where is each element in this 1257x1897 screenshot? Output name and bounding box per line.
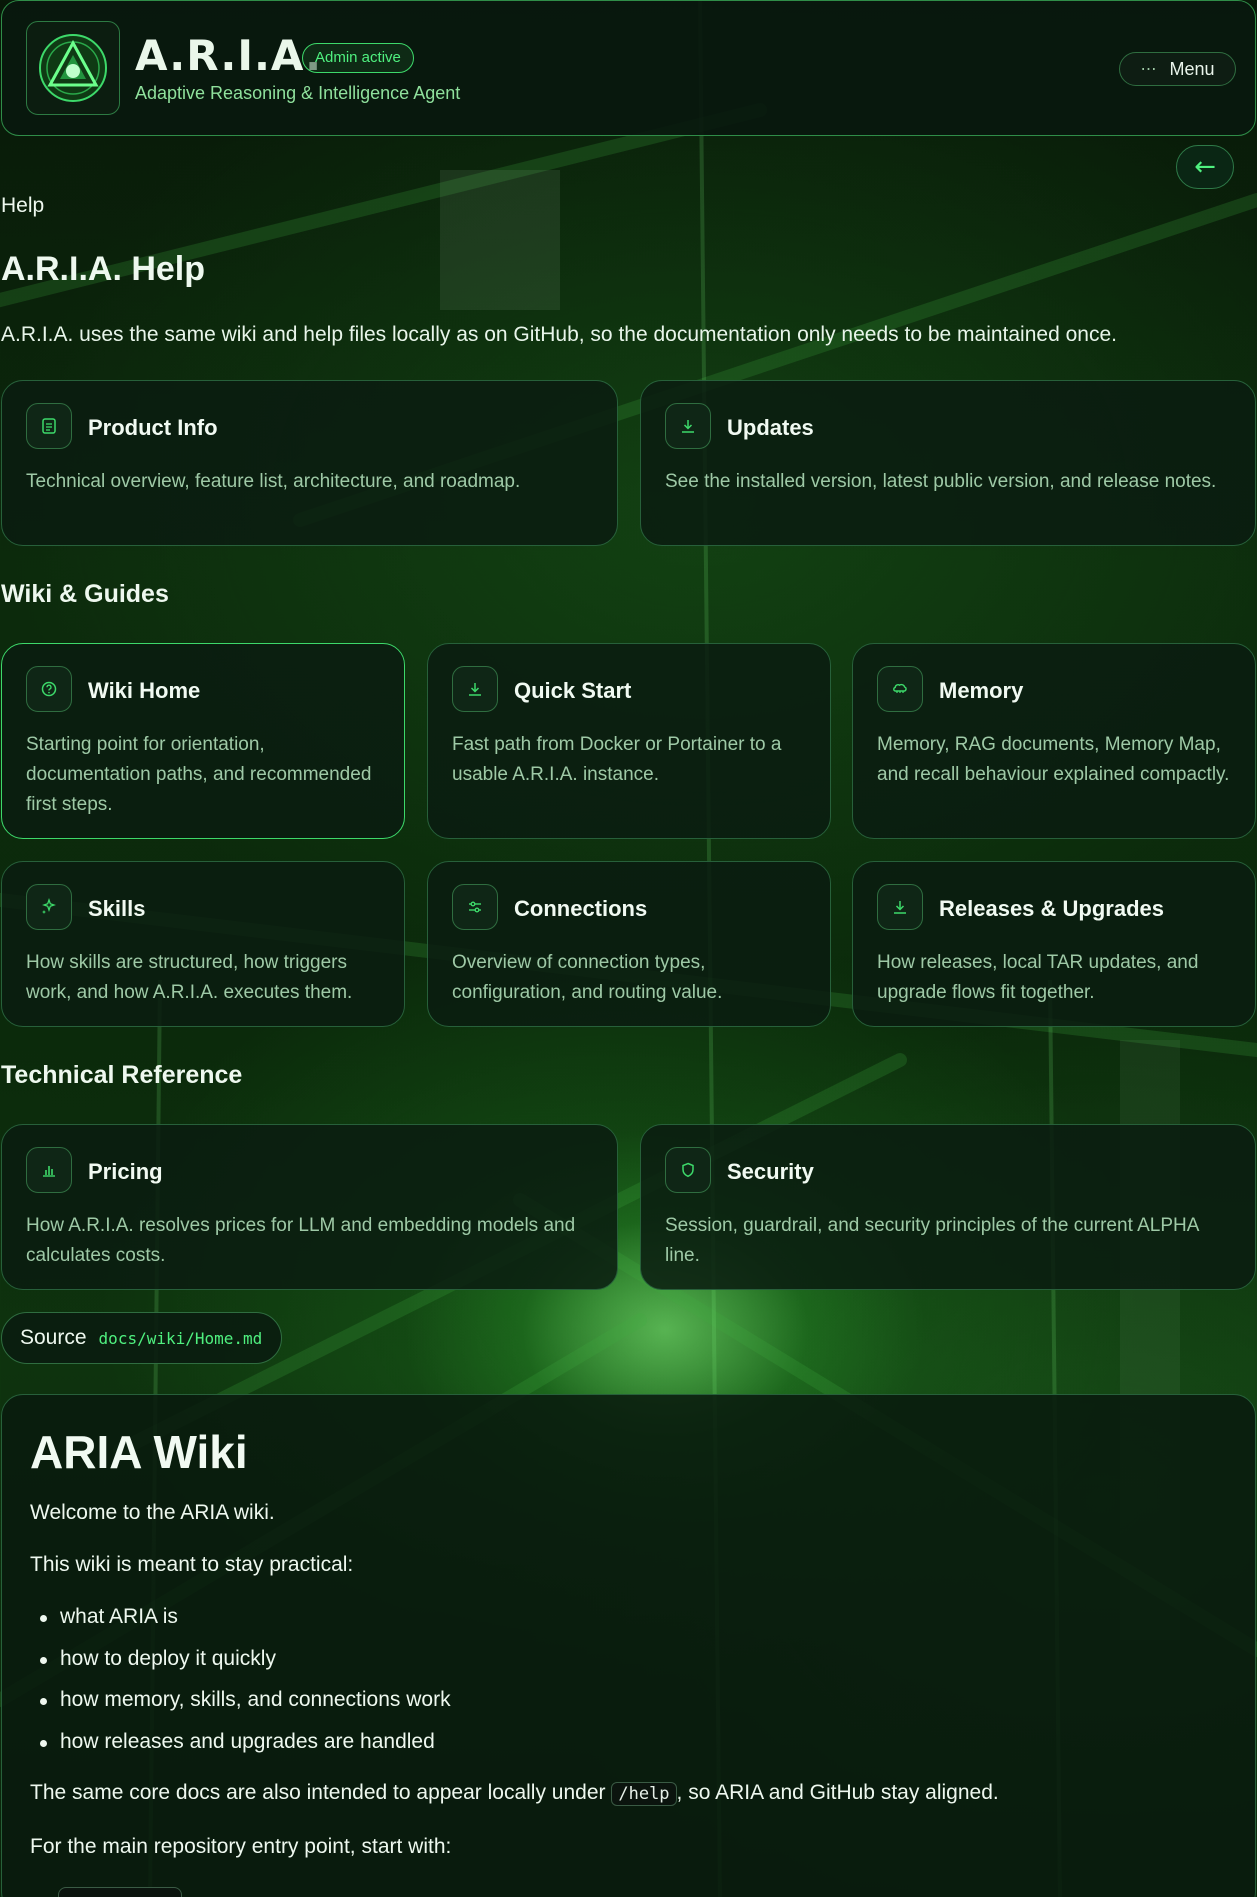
list-item: how memory, skills, and connections work bbox=[40, 1688, 451, 1711]
card-title: Connections bbox=[514, 896, 648, 921]
sliders-icon bbox=[452, 884, 498, 930]
card-description: How A.R.I.A. resolves prices for LLM and… bbox=[26, 1215, 576, 1266]
card-releases-upgrades[interactable]: Releases & Upgrades How releases, local … bbox=[852, 861, 1256, 1027]
card-title: Security bbox=[727, 1159, 814, 1184]
card-description: How skills are structured, how triggers … bbox=[26, 952, 353, 1003]
wiki-welcome-text: Welcome to the ARIA wiki. bbox=[30, 1501, 275, 1524]
app-header: A.R.I.A. Admin active Adaptive Reasoning… bbox=[1, 0, 1256, 136]
brain-icon bbox=[877, 666, 923, 712]
source-path[interactable]: docs/wiki/Home.md bbox=[99, 1329, 263, 1348]
help-page: A.R.I.A. Admin active Adaptive Reasoning… bbox=[0, 0, 1257, 1897]
source-file-indicator: Source docs/wiki/Home.md bbox=[1, 1312, 282, 1364]
app-title: A.R.I.A. bbox=[135, 31, 323, 80]
source-label: Source bbox=[20, 1326, 87, 1349]
download-icon bbox=[452, 666, 498, 712]
wiki-content-panel: ARIA Wiki Welcome to the ARIA wiki. This… bbox=[1, 1394, 1256, 1897]
card-updates[interactable]: Updates See the installed version, lates… bbox=[640, 380, 1256, 546]
card-description: Memory, RAG documents, Memory Map, and r… bbox=[877, 734, 1230, 785]
card-pricing[interactable]: Pricing How A.R.I.A. resolves prices for… bbox=[1, 1124, 618, 1290]
card-description: Starting point for orientation, document… bbox=[26, 734, 372, 815]
wiki-aligned-text-start: The same core docs are also intended to … bbox=[30, 1781, 612, 1804]
list-item: what ARIA is bbox=[40, 1605, 178, 1628]
card-description: Technical overview, feature list, archit… bbox=[26, 471, 521, 492]
wiki-aligned-text: The same core docs are also intended to … bbox=[30, 1781, 999, 1806]
card-title: Updates bbox=[727, 415, 814, 440]
card-title: Quick Start bbox=[514, 678, 632, 703]
card-memory[interactable]: Memory Memory, RAG documents, Memory Map… bbox=[852, 643, 1256, 839]
breadcrumb: Help bbox=[1, 194, 45, 217]
list-item: how to deploy it quickly bbox=[40, 1647, 276, 1670]
menu-button[interactable]: ⋯ Menu bbox=[1119, 52, 1236, 86]
wiki-entry-text: For the main repository entry point, sta… bbox=[30, 1835, 452, 1858]
page-title: A.R.I.A. Help bbox=[1, 250, 206, 288]
wiki-heading: ARIA Wiki bbox=[30, 1426, 248, 1478]
card-quick-start[interactable]: Quick Start Fast path from Docker or Por… bbox=[427, 643, 831, 839]
card-description: Session, guardrail, and security princip… bbox=[665, 1215, 1199, 1266]
back-button[interactable]: ← bbox=[1176, 145, 1234, 189]
download-icon bbox=[665, 403, 711, 449]
card-title: Memory bbox=[939, 678, 1024, 703]
wiki-lead-text: This wiki is meant to stay practical: bbox=[30, 1553, 354, 1576]
card-title: Wiki Home bbox=[88, 678, 201, 703]
section-title-technical-reference: Technical Reference bbox=[1, 1061, 243, 1089]
card-title: Pricing bbox=[88, 1159, 163, 1184]
card-title: Skills bbox=[88, 896, 146, 921]
help-circle-icon bbox=[26, 666, 72, 712]
shield-icon bbox=[665, 1147, 711, 1193]
card-product-info[interactable]: Product Info Technical overview, feature… bbox=[1, 380, 618, 546]
card-description: Fast path from Docker or Portainer to a … bbox=[452, 734, 782, 785]
bar-chart-icon bbox=[26, 1147, 72, 1193]
document-icon bbox=[26, 403, 72, 449]
card-title: Releases & Upgrades bbox=[939, 896, 1164, 921]
card-skills[interactable]: Skills How skills are structured, how tr… bbox=[1, 861, 405, 1027]
menu-label: Menu bbox=[1169, 58, 1215, 79]
card-wiki-home[interactable]: Wiki Home Starting point for orientation… bbox=[1, 643, 405, 839]
code-block bbox=[58, 1887, 182, 1897]
app-subtitle: Adaptive Reasoning & Intelligence Agent bbox=[135, 83, 461, 103]
sparkle-icon bbox=[26, 884, 72, 930]
card-description: How releases, local TAR updates, and upg… bbox=[877, 952, 1199, 1003]
card-connections[interactable]: Connections Overview of connection types… bbox=[427, 861, 831, 1027]
section-title-wiki-guides: Wiki & Guides bbox=[1, 580, 169, 608]
download-icon bbox=[877, 884, 923, 930]
ellipsis-icon: ⋯ bbox=[1140, 61, 1158, 78]
wiki-aligned-text-end: , so ARIA and GitHub stay aligned. bbox=[676, 1781, 999, 1804]
help-path-code: /help bbox=[611, 1782, 677, 1806]
admin-status-badge: Admin active bbox=[302, 43, 414, 73]
aria-triangle-logo-icon[interactable] bbox=[26, 21, 120, 115]
card-title: Product Info bbox=[88, 415, 218, 440]
card-description: See the installed version, latest public… bbox=[665, 471, 1217, 492]
card-description: Overview of connection types, configurat… bbox=[452, 952, 723, 1003]
card-security[interactable]: Security Session, guardrail, and securit… bbox=[640, 1124, 1256, 1290]
list-item: how releases and upgrades are handled bbox=[40, 1730, 435, 1753]
intro-text: A.R.I.A. uses the same wiki and help fil… bbox=[1, 323, 1117, 346]
